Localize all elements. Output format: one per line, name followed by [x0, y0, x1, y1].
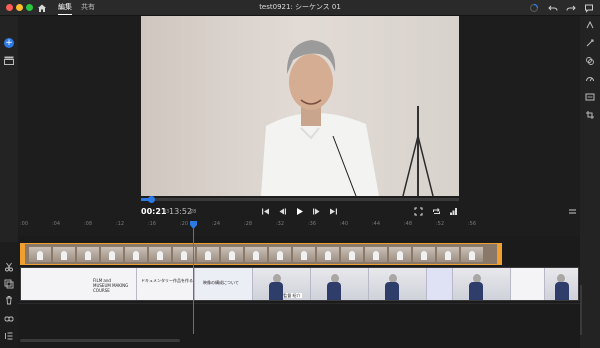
- ruler-tick: :32: [276, 221, 285, 227]
- go-to-start-icon[interactable]: [261, 207, 270, 216]
- speed-icon[interactable]: [585, 74, 595, 84]
- media-library-icon[interactable]: [4, 56, 14, 65]
- redo-icon[interactable]: [566, 3, 576, 13]
- total-timecode: 13:52: [169, 207, 193, 216]
- ruler-tick: :16: [148, 221, 157, 227]
- clip-thumbnail: [197, 247, 219, 262]
- video-clip-slides[interactable]: FILM and MUSEUM MAKING COURSE ドキュメンタリー作品…: [20, 267, 579, 301]
- fit-viewer-icon[interactable]: [414, 207, 423, 216]
- progress-ring-icon[interactable]: [529, 3, 539, 13]
- effects-icon[interactable]: [585, 38, 595, 48]
- go-to-end-icon[interactable]: [329, 207, 338, 216]
- captions-icon[interactable]: [585, 92, 595, 102]
- clip-trim-handle-left[interactable]: [21, 244, 25, 264]
- total-frames: 28: [190, 209, 197, 215]
- clip-thumbnail: [149, 247, 171, 262]
- presenter-thumbnail: [545, 268, 578, 300]
- slide-title-line: COURSE: [93, 288, 110, 293]
- transitions-icon[interactable]: [585, 20, 595, 30]
- presenter-thumbnail: [453, 268, 511, 300]
- duplicate-icon[interactable]: [4, 279, 14, 289]
- link-icon[interactable]: [4, 314, 14, 324]
- playhead-handle[interactable]: [190, 221, 197, 229]
- ruler-tick: :04: [52, 221, 61, 227]
- ruler-tick: :12: [116, 221, 125, 227]
- ruler-tick: :20: [180, 221, 189, 227]
- slide-thumbnail: [427, 268, 453, 300]
- scrubber-handle[interactable]: [148, 196, 155, 203]
- video-frame-image: [141, 16, 459, 196]
- ruler-tick: :08: [84, 221, 93, 227]
- right-toolbar: [580, 16, 600, 348]
- track-list-icon[interactable]: [4, 331, 14, 341]
- menu-icon[interactable]: [568, 207, 577, 216]
- clip-thumbnail: [317, 247, 339, 262]
- loop-icon[interactable]: [432, 207, 441, 216]
- clip-thumbnail: [221, 247, 243, 262]
- clip-thumbnail: [461, 247, 483, 262]
- ruler-tick: :48: [404, 221, 413, 227]
- timeline-ruler[interactable]: :00 :04 :08 :12 :16 :20 :24 :28 :32 :36 …: [18, 219, 580, 231]
- timeline-vertical-scrollbar[interactable]: [580, 285, 582, 335]
- slide-thumbnail: ドキュメンタリー作品を作る: [137, 268, 195, 300]
- ruler-tick: :24: [212, 221, 221, 227]
- clip-thumbnail: [77, 247, 99, 262]
- quality-icon[interactable]: [449, 207, 458, 216]
- clip-thumbnail: [389, 247, 411, 262]
- play-icon[interactable]: [295, 207, 304, 216]
- split-icon[interactable]: [4, 262, 14, 272]
- clip-thumbnail: [29, 247, 51, 262]
- program-monitor[interactable]: [141, 16, 459, 196]
- add-media-button[interactable]: +: [4, 38, 14, 48]
- presenter-thumbnail: [369, 268, 427, 300]
- comment-icon[interactable]: [584, 3, 594, 13]
- clip-thumbnail: [293, 247, 315, 262]
- clip-thumbnail: [245, 247, 267, 262]
- trash-icon[interactable]: [4, 295, 14, 305]
- presenter-thumbnail: 監 監督 紹介: [253, 268, 311, 300]
- playhead-line[interactable]: [193, 226, 194, 334]
- ruler-tick: :28: [244, 221, 253, 227]
- clip-thumbnail: [101, 247, 123, 262]
- clip-thumbnail: [173, 247, 195, 262]
- step-back-icon[interactable]: [278, 207, 287, 216]
- track-divider: [18, 303, 580, 304]
- color-icon[interactable]: [585, 56, 595, 66]
- crop-icon[interactable]: [585, 110, 595, 120]
- clip-thumbnail: [125, 247, 147, 262]
- title-bar: 編集 共有 test0921: シーケンス 01: [0, 0, 600, 16]
- clip-thumbnail: [341, 247, 363, 262]
- slide-thumbnail-title: FILM and MUSEUM MAKING COURSE: [21, 268, 137, 300]
- clip-thumbnail: [269, 247, 291, 262]
- presenter-thumbnail: [311, 268, 369, 300]
- video-editor-app: 編集 共有 test0921: シーケンス 01 + 00:21 03 13:5…: [0, 0, 600, 348]
- ruler-tick: :36: [308, 221, 317, 227]
- ruler-tick: :52: [436, 221, 445, 227]
- clip-thumbnail: [53, 247, 75, 262]
- timeline-tools: [0, 242, 18, 348]
- clip-thumbnail: [413, 247, 435, 262]
- left-toolbar: +: [0, 16, 18, 242]
- slide-thumbnail: 映像の構成について: [195, 268, 253, 300]
- timeline-scrollbar[interactable]: [20, 339, 180, 342]
- viewer-scrubber[interactable]: [141, 196, 459, 203]
- slide-thumbnail: [511, 268, 545, 300]
- ruler-tick: :00: [20, 221, 29, 227]
- video-clip-interview[interactable]: [20, 243, 502, 265]
- clip-thumbnail: [437, 247, 459, 262]
- ruler-tick: :40: [340, 221, 349, 227]
- clip-thumbnail: [365, 247, 387, 262]
- step-forward-icon[interactable]: [312, 207, 321, 216]
- undo-icon[interactable]: [548, 3, 558, 13]
- ruler-tick: :44: [372, 221, 381, 227]
- document-title: test0921: シーケンス 01: [259, 3, 341, 11]
- clip-trim-handle-right[interactable]: [497, 244, 501, 264]
- slide-heading: 映像の構成について: [203, 280, 239, 285]
- ruler-tick: :56: [468, 221, 477, 227]
- lower-third-caption: 監 監督 紹介: [277, 293, 302, 298]
- slide-heading: ドキュメンタリー作品を作る: [141, 278, 193, 283]
